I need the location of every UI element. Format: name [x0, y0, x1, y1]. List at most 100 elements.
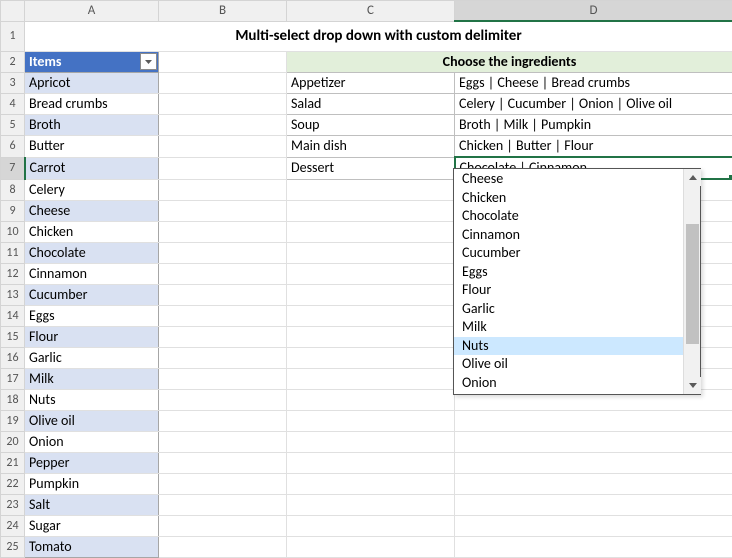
row-header-23[interactable]: 23: [1, 494, 25, 515]
cell-A21[interactable]: Pepper: [25, 452, 159, 473]
cell-C9[interactable]: [287, 200, 455, 221]
cell-A4[interactable]: Bread crumbs: [25, 94, 159, 115]
row-header-16[interactable]: 16: [1, 347, 25, 368]
items-table-header[interactable]: Items: [25, 52, 159, 73]
row-header-10[interactable]: 10: [1, 221, 25, 242]
cell-A8[interactable]: Celery: [25, 179, 159, 200]
row-header-2[interactable]: 2: [1, 52, 25, 73]
cell-C18[interactable]: [287, 389, 455, 410]
ingredients-header[interactable]: Choose the ingredients: [287, 52, 732, 73]
dropdown-option[interactable]: Chicken: [454, 189, 683, 208]
dropdown-option[interactable]: Cinnamon: [454, 226, 683, 245]
cell-C16[interactable]: [287, 347, 455, 368]
cell-A7[interactable]: Carrot: [25, 157, 159, 179]
cell-A24[interactable]: Sugar: [25, 515, 159, 536]
cell-B21[interactable]: [159, 452, 287, 473]
row-header-3[interactable]: 3: [1, 73, 25, 94]
cell-B23[interactable]: [159, 494, 287, 515]
cell-C13[interactable]: [287, 284, 455, 305]
cell-B6[interactable]: [159, 136, 287, 158]
cell-B9[interactable]: [159, 200, 287, 221]
row-header-4[interactable]: 4: [1, 94, 25, 115]
scroll-down-button[interactable]: [684, 377, 701, 394]
cell-B19[interactable]: [159, 410, 287, 431]
cell-B20[interactable]: [159, 431, 287, 452]
cell-C10[interactable]: [287, 221, 455, 242]
cell-D24[interactable]: [455, 515, 732, 536]
cell-A13[interactable]: Cucumber: [25, 284, 159, 305]
fill-handle[interactable]: [729, 175, 732, 179]
cell-D21[interactable]: [455, 452, 732, 473]
cell-C12[interactable]: [287, 263, 455, 284]
cell-C15[interactable]: [287, 326, 455, 347]
cell-C11[interactable]: [287, 242, 455, 263]
dropdown-option[interactable]: Garlic: [454, 300, 683, 319]
row-header-20[interactable]: 20: [1, 431, 25, 452]
cell-B13[interactable]: [159, 284, 287, 305]
row-header-24[interactable]: 24: [1, 515, 25, 536]
row-header-14[interactable]: 14: [1, 305, 25, 326]
cell-A20[interactable]: Onion: [25, 431, 159, 452]
dropdown-option[interactable]: Onion: [454, 374, 683, 393]
cell-D4[interactable]: Celery | Cucumber | Onion | Olive oil: [455, 94, 732, 115]
row-header-22[interactable]: 22: [1, 473, 25, 494]
filter-button[interactable]: [140, 53, 157, 70]
cell-B5[interactable]: [159, 115, 287, 136]
row-header-25[interactable]: 25: [1, 536, 25, 557]
cell-C22[interactable]: [287, 473, 455, 494]
select-all-corner[interactable]: [1, 1, 25, 22]
row-header-13[interactable]: 13: [1, 284, 25, 305]
dropdown-option[interactable]: Olive oil: [454, 355, 683, 374]
dropdown-option[interactable]: Milk: [454, 318, 683, 337]
row-header-19[interactable]: 19: [1, 410, 25, 431]
cell-B25[interactable]: [159, 536, 287, 557]
dropdown-option[interactable]: Chocolate: [454, 207, 683, 226]
cell-A19[interactable]: Olive oil: [25, 410, 159, 431]
cell-B11[interactable]: [159, 242, 287, 263]
cell-B10[interactable]: [159, 221, 287, 242]
dropdown-option[interactable]: Flour: [454, 281, 683, 300]
cell-C25[interactable]: [287, 536, 455, 557]
row-header-9[interactable]: 9: [1, 200, 25, 221]
dropdown-scrollbar[interactable]: [683, 169, 700, 394]
dropdown-option[interactable]: Cucumber: [454, 244, 683, 263]
cell-C24[interactable]: [287, 515, 455, 536]
cell-A10[interactable]: Chicken: [25, 221, 159, 242]
row-header-11[interactable]: 11: [1, 242, 25, 263]
cell-B8[interactable]: [159, 179, 287, 200]
cell-B17[interactable]: [159, 368, 287, 389]
cell-A22[interactable]: Pumpkin: [25, 473, 159, 494]
col-header-D[interactable]: D: [455, 1, 732, 22]
cell-A14[interactable]: Eggs: [25, 305, 159, 326]
row-header-1[interactable]: 1: [1, 21, 25, 52]
cell-A5[interactable]: Broth: [25, 115, 159, 136]
cell-A11[interactable]: Chocolate: [25, 242, 159, 263]
cell-B3[interactable]: [159, 73, 287, 94]
cell-D22[interactable]: [455, 473, 732, 494]
dropdown-list[interactable]: Cheese Chicken Chocolate Cinnamon Cucumb…: [454, 169, 683, 394]
cell-B4[interactable]: [159, 94, 287, 115]
row-header-5[interactable]: 5: [1, 115, 25, 136]
cell-B18[interactable]: [159, 389, 287, 410]
col-header-B[interactable]: B: [159, 1, 287, 22]
cell-A15[interactable]: Flour: [25, 326, 159, 347]
cell-A3[interactable]: Apricot: [25, 73, 159, 94]
cell-B15[interactable]: [159, 326, 287, 347]
row-header-17[interactable]: 17: [1, 368, 25, 389]
cell-D19[interactable]: [455, 410, 732, 431]
cell-C5[interactable]: Soup: [287, 115, 455, 136]
col-header-A[interactable]: A: [25, 1, 159, 22]
cell-C23[interactable]: [287, 494, 455, 515]
cell-D5[interactable]: Broth | Milk | Pumpkin: [455, 115, 732, 136]
row-header-12[interactable]: 12: [1, 263, 25, 284]
cell-A16[interactable]: Garlic: [25, 347, 159, 368]
cell-B22[interactable]: [159, 473, 287, 494]
cell-B24[interactable]: [159, 515, 287, 536]
row-header-7[interactable]: 7: [1, 157, 25, 179]
cell-B7[interactable]: [159, 157, 287, 179]
cell-C4[interactable]: Salad: [287, 94, 455, 115]
cell-C7[interactable]: Dessert: [287, 157, 455, 179]
cell-A17[interactable]: Milk: [25, 368, 159, 389]
row-header-18[interactable]: 18: [1, 389, 25, 410]
dropdown-option[interactable]: Eggs: [454, 263, 683, 282]
